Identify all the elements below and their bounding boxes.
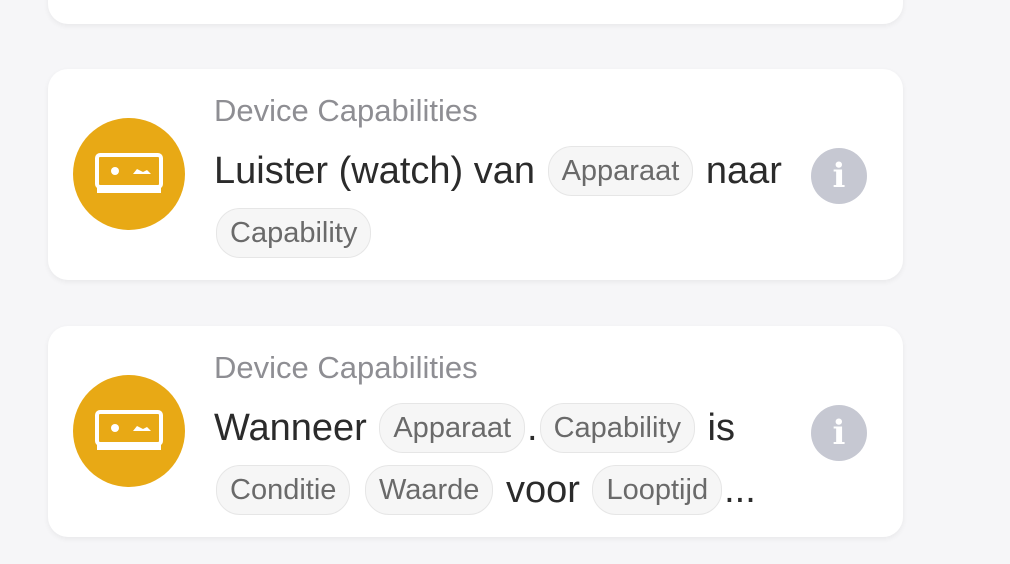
info-icon[interactable]: i [811, 405, 867, 461]
device-capabilities-icon [73, 375, 185, 487]
flow-card-watch-capability[interactable]: Device Capabilities Luister (watch) van … [48, 69, 903, 280]
argument-chip-capability[interactable]: Capability [539, 402, 695, 453]
flow-card-capability-condition[interactable]: Device Capabilities Wanneer Apparaat. Cap… [48, 326, 903, 537]
truncation-ellipsis: ... [724, 468, 756, 511]
argument-chip-device[interactable]: Apparaat [379, 402, 526, 453]
flow-text-separator: . [527, 406, 538, 449]
argument-chip-condition[interactable]: Conditie [216, 464, 351, 515]
argument-chip-duration[interactable]: Looptijd [592, 464, 723, 515]
flow-text-segment: naar [705, 149, 782, 192]
argument-chip-capability[interactable]: Capability [216, 207, 372, 258]
flow-card-category: Device Capabilities [214, 93, 478, 128]
device-icon [95, 153, 163, 193]
flow-card-category: Device Capabilities [214, 350, 478, 385]
flow-card-title: Wanneer Apparaat. Capability is Conditie … [214, 396, 814, 520]
argument-chip-value[interactable]: Waarde [364, 464, 494, 515]
device-capabilities-icon [73, 118, 185, 230]
flow-text-segment: Luister (watch) van [214, 149, 536, 192]
flow-card-title: Luister (watch) van Apparaat naar Capabi… [214, 139, 814, 261]
flow-text-segment: Wanneer [214, 406, 367, 449]
argument-chip-device[interactable]: Apparaat [547, 145, 694, 196]
flow-text-segment: is [707, 406, 735, 449]
flow-text-segment: voor [506, 468, 580, 511]
info-icon[interactable]: i [811, 148, 867, 204]
device-icon [95, 410, 163, 450]
previous-flow-card[interactable] [48, 0, 903, 24]
